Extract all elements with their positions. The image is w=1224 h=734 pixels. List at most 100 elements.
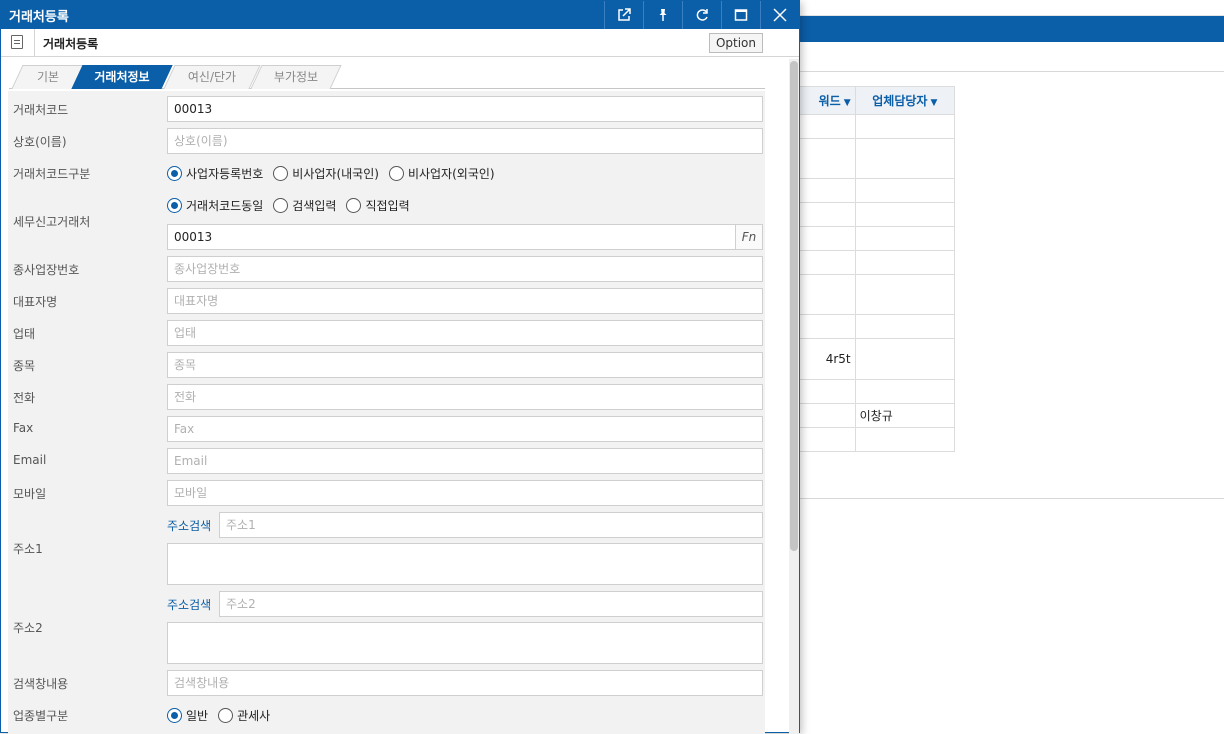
customer-registration-dialog: 거래처등록 거래처등록 Option 기본 거래처정보 여신/단가 부가정보 거… <box>0 0 800 734</box>
search-content-input[interactable]: 검색창내용 <box>167 670 763 696</box>
code-input[interactable]: 00013 <box>167 96 763 122</box>
form-row-address1: 주소1 주소검색 주소1 <box>8 512 765 586</box>
close-icon[interactable] <box>760 1 799 29</box>
grid-cell[interactable] <box>854 250 956 275</box>
search-content-label: 검색창내용 <box>13 677 69 691</box>
radio-same-code[interactable]: 거래처코드동일 <box>167 197 263 214</box>
pin-icon[interactable] <box>643 1 682 29</box>
sort-caret-icon: ▼ <box>930 98 938 108</box>
form-row-search-content: 검색창내용 검색창내용 <box>8 670 765 696</box>
form-row-email: Email Email <box>8 448 765 474</box>
address2-search-link[interactable]: 주소검색 <box>167 596 211 613</box>
item-input[interactable]: 종목 <box>167 352 763 378</box>
grid-cell[interactable] <box>854 314 956 339</box>
industry-label: 업종별구분 <box>13 709 69 723</box>
document-icon <box>11 35 23 49</box>
grid-cell[interactable] <box>854 338 956 380</box>
header-divider <box>34 29 35 57</box>
fax-label: Fax <box>13 421 34 435</box>
radio-non-business-foreign[interactable]: 비사업자(외국인) <box>388 165 495 182</box>
tab-basic[interactable]: 기본 <box>11 65 85 89</box>
biz-type-input[interactable]: 업태 <box>167 320 763 346</box>
form-row-code: 거래처코드 00013 <box>8 96 765 122</box>
tab-credit-price[interactable]: 여신/단가 <box>163 65 261 89</box>
grid-cell[interactable] <box>854 274 956 315</box>
biz-type-label: 업태 <box>13 327 36 341</box>
radio-business-number[interactable]: 사업자등록번호 <box>167 165 263 182</box>
branch-input[interactable]: 종사업장번호 <box>167 256 763 282</box>
tab-additional-info[interactable]: 부가정보 <box>250 65 342 89</box>
dialog-headerbar: 거래처등록 Option <box>1 29 799 57</box>
fn-button[interactable]: Fn <box>735 225 762 249</box>
radio-search-input[interactable]: 검색입력 <box>273 197 336 214</box>
refresh-icon[interactable] <box>682 1 721 29</box>
tab-bar: 기본 거래처정보 여신/단가 부가정보 <box>9 65 765 89</box>
ceo-input[interactable]: 대표자명 <box>167 288 763 314</box>
address1-input[interactable]: 주소1 <box>219 512 763 538</box>
form-row-phone: 전화 전화 <box>8 384 765 410</box>
mobile-label: 모바일 <box>13 487 47 501</box>
radio-direct-input[interactable]: 직접입력 <box>346 197 410 214</box>
grid-cell[interactable] <box>854 226 956 251</box>
tax-customer-value: 00013 <box>174 230 213 244</box>
address1-search-link[interactable]: 주소검색 <box>167 517 211 534</box>
address2-detail-input[interactable] <box>167 622 763 664</box>
popout-icon[interactable] <box>604 1 643 29</box>
ceo-label: 대표자명 <box>13 295 58 309</box>
email-input[interactable]: Email <box>167 448 763 474</box>
code-label: 거래처코드 <box>13 103 69 117</box>
radio-button-icon <box>273 198 289 213</box>
form-row-ceo: 대표자명 대표자명 <box>8 288 765 314</box>
radio-customs-broker[interactable]: 관세사 <box>218 707 270 724</box>
grid-cell[interactable] <box>854 427 956 452</box>
form-row-name: 상호(이름) 상호(이름) <box>8 128 765 154</box>
form-row-item: 종목 종목 <box>8 352 765 378</box>
option-button[interactable]: Option <box>708 33 763 53</box>
grid-cell[interactable] <box>854 202 956 227</box>
email-label: Email <box>13 453 47 467</box>
fax-input[interactable]: Fax <box>167 416 763 442</box>
customer-info-form: 거래처코드 00013 상호(이름) 상호(이름) 거래처코드구분 사업자등록번… <box>8 91 765 734</box>
form-row-code-type: 거래처코드구분 사업자등록번호 비사업자(내국인) 비사업자(외국인) <box>8 160 765 186</box>
grid-cell[interactable] <box>854 114 956 139</box>
radio-button-icon <box>218 708 234 723</box>
vertical-scrollbar[interactable] <box>789 59 799 734</box>
form-row-tax-customer: 세무신고거래처 거래처코드동일 검색입력 직접입력 00013 Fn <box>8 192 765 250</box>
address2-input[interactable]: 주소2 <box>219 591 763 617</box>
tax-customer-label: 세무신고거래처 <box>13 215 91 229</box>
radio-button-icon <box>273 166 289 181</box>
mobile-input[interactable]: 모바일 <box>167 480 763 506</box>
grid-cell[interactable] <box>854 379 956 404</box>
dialog-title: 거래처등록 <box>9 10 69 25</box>
scrollbar-thumb[interactable] <box>790 61 798 551</box>
form-row-mobile: 모바일 모바일 <box>8 480 765 506</box>
tax-customer-input[interactable]: 00013 Fn <box>167 224 763 250</box>
form-row-fax: Fax Fax <box>8 416 765 442</box>
phone-input[interactable]: 전화 <box>167 384 763 410</box>
branch-label: 종사업장번호 <box>13 263 80 277</box>
form-row-branch: 종사업장번호 종사업장번호 <box>8 256 765 282</box>
radio-button-icon <box>167 166 182 181</box>
code-type-label: 거래처코드구분 <box>13 167 91 181</box>
page-title: 거래처등록 <box>43 37 99 51</box>
grid-cell[interactable] <box>854 138 956 179</box>
name-label: 상호(이름) <box>13 135 67 149</box>
form-row-biz-type: 업태 업태 <box>8 320 765 346</box>
radio-general[interactable]: 일반 <box>167 707 208 724</box>
name-input[interactable]: 상호(이름) <box>167 128 763 154</box>
address1-label: 주소1 <box>13 542 43 556</box>
grid-header-contact[interactable]: 업체담당자 ▼ <box>854 86 956 115</box>
phone-label: 전화 <box>13 391 36 405</box>
radio-non-business-domestic[interactable]: 비사업자(내국인) <box>273 165 379 182</box>
tab-customer-info[interactable]: 거래처정보 <box>71 65 173 89</box>
maximize-icon[interactable] <box>721 1 760 29</box>
item-label: 종목 <box>13 359 36 373</box>
radio-button-icon <box>167 708 182 723</box>
dialog-titlebar[interactable]: 거래처등록 <box>1 1 799 29</box>
sort-caret-icon: ▼ <box>843 98 851 108</box>
address2-label: 주소2 <box>13 621 43 635</box>
address1-detail-input[interactable] <box>167 543 763 585</box>
grid-cell[interactable] <box>854 178 956 203</box>
grid-cell[interactable]: 이창규 <box>854 403 956 428</box>
radio-button-icon <box>167 198 182 213</box>
